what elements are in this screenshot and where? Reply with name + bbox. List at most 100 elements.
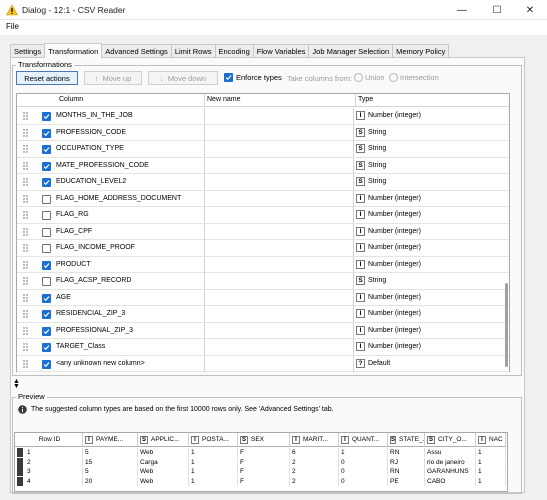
table-row[interactable]: MONTHS_IN_THE_JOB I Number (integer) (17, 108, 509, 125)
table-row[interactable]: EDUCATION_LEVEL2 S String (17, 174, 509, 191)
row-type-select[interactable]: I Number (integer) (356, 226, 421, 236)
row-type-select[interactable]: I Number (integer) (356, 243, 421, 252)
row-type-select[interactable]: I Number (integer) (356, 193, 421, 203)
row-include-checkbox[interactable] (42, 244, 51, 253)
table-row[interactable]: FLAG_INCOME_PROOF I Number (integer) (17, 240, 509, 257)
reset-actions-button[interactable]: Reset actions (16, 71, 78, 85)
tab-limit-rows[interactable]: Limit Rows (170, 44, 216, 58)
table-row[interactable]: FLAG_ACSP_RECORD S String (17, 273, 509, 290)
tab-transformation[interactable]: Transformation (44, 43, 103, 58)
splitter-arrows[interactable]: ▲ ▼ (13, 378, 20, 390)
row-type-select[interactable]: I Number (integer) (356, 259, 421, 269)
row-type-select[interactable]: I Number (integer) (356, 292, 421, 302)
union-radio[interactable]: Union (354, 73, 385, 82)
drag-handle-icon[interactable] (23, 343, 28, 351)
table-row[interactable]: MATE_PROFESSION_CODE S String (17, 157, 509, 174)
row-type-select[interactable]: I Number (integer) (356, 325, 421, 335)
table-scrollbar-thumb[interactable] (505, 283, 508, 367)
drag-handle-icon[interactable] (23, 310, 28, 318)
row-include-checkbox[interactable] (42, 260, 51, 270)
row-new-name-field[interactable] (204, 207, 354, 223)
row-new-name-field[interactable] (204, 174, 354, 190)
preview-header[interactable]: Row ID (15, 433, 83, 447)
drag-handle-icon[interactable] (23, 211, 28, 219)
drag-handle-icon[interactable] (23, 145, 28, 153)
drag-handle-icon[interactable] (23, 277, 28, 285)
table-row[interactable]: AGE I Number (integer) (17, 289, 509, 306)
tab-settings[interactable]: Settings (10, 44, 46, 58)
row-new-name-field[interactable] (204, 289, 354, 306)
row-include-checkbox[interactable] (42, 359, 51, 369)
minimize-button[interactable]: — (445, 0, 479, 20)
table-row[interactable]: TARGET_Class I Number (integer) (17, 339, 509, 356)
close-button[interactable]: ✕ (513, 0, 547, 20)
table-row[interactable]: FLAG_RG I Number (integer) (17, 207, 509, 224)
row-type-select[interactable]: S String (356, 177, 386, 186)
tab-encoding[interactable]: Encoding (214, 44, 254, 58)
collapse-down-icon[interactable]: ▼ (13, 383, 20, 390)
row-include-checkbox[interactable] (42, 310, 51, 319)
tab-advanced-settings[interactable]: Advanced Settings (101, 44, 172, 58)
drag-handle-icon[interactable] (23, 260, 28, 269)
move-up-button[interactable]: ↑ Move up (84, 71, 142, 85)
row-type-select[interactable]: I Number (integer) (356, 342, 421, 351)
intersection-radio[interactable]: Intersection (389, 73, 439, 82)
drag-handle-icon[interactable] (23, 194, 28, 203)
row-new-name-field[interactable] (204, 190, 354, 207)
row-include-checkbox[interactable] (42, 178, 51, 187)
row-type-select[interactable]: S String (356, 276, 386, 285)
row-type-select[interactable]: S String (356, 127, 386, 137)
row-new-name-field[interactable] (204, 124, 354, 141)
drag-handle-icon[interactable] (23, 326, 28, 335)
row-include-checkbox[interactable] (42, 211, 51, 220)
row-new-name-field[interactable] (204, 157, 354, 174)
enforce-types-checkbox[interactable]: Enforce types (224, 73, 282, 82)
table-row[interactable]: RESIDENCIAL_ZIP_3 I Number (integer) (17, 306, 509, 323)
row-new-name-field[interactable] (204, 240, 354, 256)
row-include-checkbox[interactable] (42, 277, 51, 286)
row-include-checkbox[interactable] (42, 112, 51, 121)
row-include-checkbox[interactable] (42, 161, 51, 171)
table-row[interactable]: <any unknown new column>? Default (17, 355, 509, 372)
preview-header[interactable]: S CITY_O... (425, 433, 476, 447)
tab-job-manager-selection[interactable]: Job Manager Selection (308, 44, 394, 58)
row-type-select[interactable]: S String (356, 144, 386, 153)
row-new-name-field[interactable] (204, 322, 354, 339)
maximize-button[interactable]: ☐ (480, 0, 514, 20)
row-new-name-field[interactable] (204, 339, 354, 355)
drag-handle-icon[interactable] (23, 227, 28, 236)
preview-header[interactable]: I POSTA... (189, 433, 238, 447)
preview-header[interactable]: SSTATE_... (388, 433, 425, 447)
row-include-checkbox[interactable] (42, 326, 51, 336)
row-include-checkbox[interactable] (42, 293, 51, 303)
tab-flow-variables[interactable]: Flow Variables (252, 44, 310, 58)
row-include-checkbox[interactable] (42, 128, 51, 138)
row-new-name-field[interactable] (204, 273, 354, 289)
menu-file[interactable]: File (6, 22, 19, 31)
drag-handle-icon[interactable] (23, 244, 28, 252)
drag-handle-icon[interactable] (23, 128, 28, 137)
drag-handle-icon[interactable] (23, 293, 28, 302)
table-scrollbar[interactable] (503, 107, 509, 371)
drag-handle-icon[interactable] (23, 161, 28, 170)
row-new-name-field[interactable] (204, 306, 354, 322)
row-new-name-field[interactable] (204, 256, 354, 273)
table-row[interactable]: FLAG_CPF I Number (integer) (17, 223, 509, 240)
table-row[interactable]: PROFESSION_CODE S String (17, 124, 509, 141)
row-include-checkbox[interactable] (42, 194, 51, 204)
drag-handle-icon[interactable] (23, 112, 28, 120)
preview-header[interactable]: I PAYME... (83, 433, 138, 447)
row-type-select[interactable]: I Number (integer) (356, 309, 421, 318)
preview-header[interactable]: I NAC (476, 433, 506, 447)
row-new-name-field[interactable] (204, 141, 354, 157)
table-row[interactable]: PRODUCT I Number (integer) (17, 256, 509, 273)
row-include-checkbox[interactable] (42, 145, 51, 154)
row-include-checkbox[interactable] (42, 227, 51, 237)
preview-header[interactable]: S APPLIC... (138, 433, 189, 447)
table-row[interactable]: PROFESSIONAL_ZIP_3 I Number (integer) (17, 322, 509, 339)
table-row[interactable]: OCCUPATION_TYPE S String (17, 141, 509, 158)
row-new-name-field[interactable] (204, 355, 354, 372)
row-new-name-field[interactable] (204, 108, 354, 124)
drag-handle-icon[interactable] (23, 178, 28, 186)
preview-header[interactable]: I QUANT... (339, 433, 388, 447)
